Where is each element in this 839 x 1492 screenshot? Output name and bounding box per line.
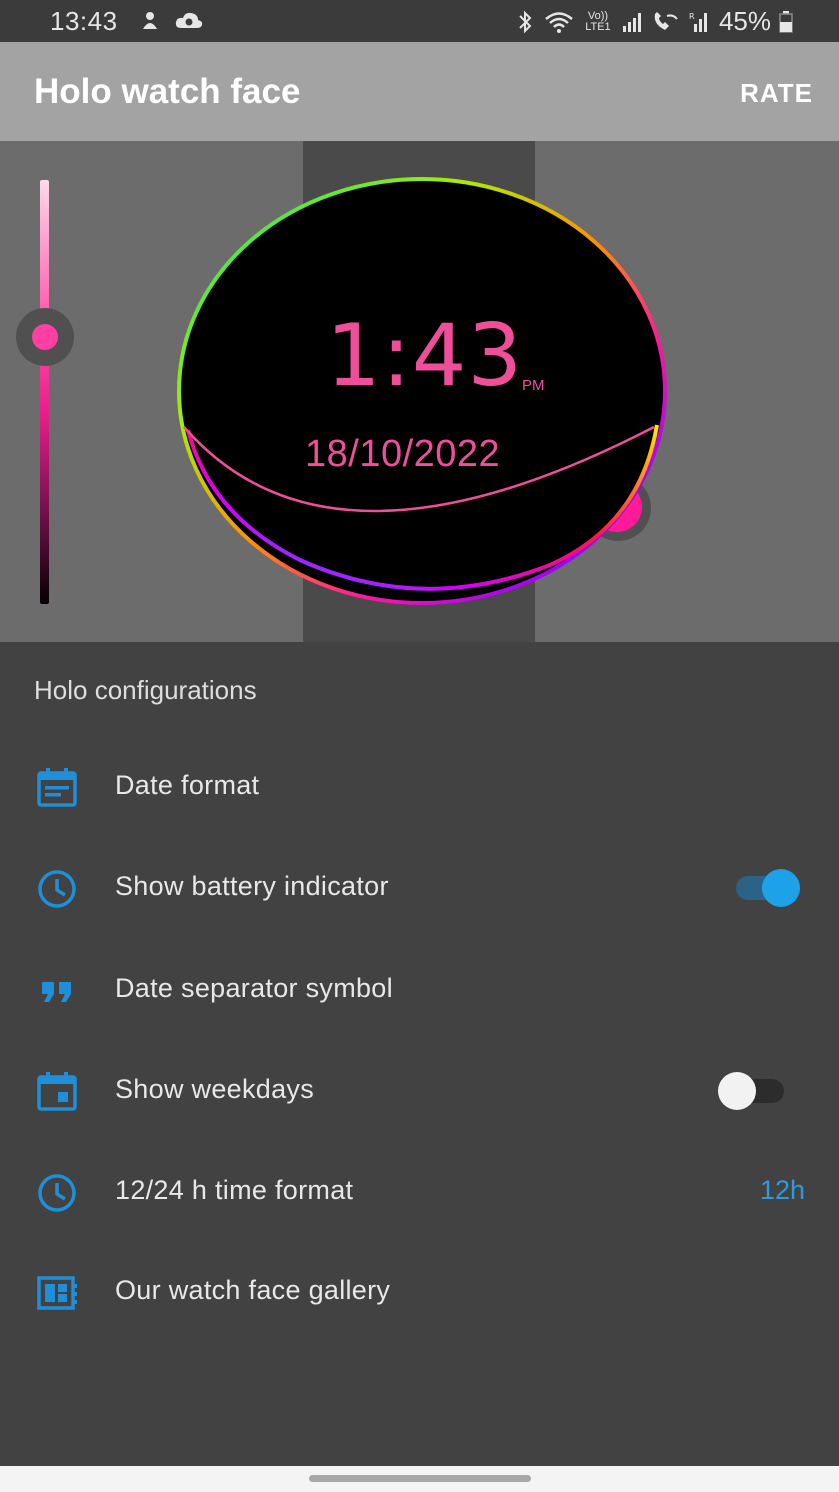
status-time: 13:43 [50, 6, 118, 36]
navigation-bar [0, 1466, 839, 1492]
setting-label: Date format [115, 770, 260, 800]
setting-date-format[interactable]: Date format [0, 743, 839, 829]
signal-icon [622, 12, 641, 32]
calendar-event-icon [37, 1072, 77, 1111]
color-slider-thumb[interactable] [32, 324, 58, 350]
show-weekdays-toggle[interactable] [718, 1072, 786, 1110]
volte-icon: Vo)) LTE1 [585, 9, 611, 33]
quote-icon [42, 982, 71, 1002]
gallery-icon [37, 1276, 77, 1310]
section-title: Holo configurations [34, 675, 257, 705]
battery-icon [779, 10, 793, 33]
setting-label: Date separator symbol [115, 973, 393, 1003]
status-bar: 13:43 Vo)) LTE1 R 45% [0, 0, 839, 42]
setting-time-format[interactable]: 12/24 h time format 12h [0, 1148, 839, 1234]
battery-percent: 45% [718, 6, 771, 36]
setting-label: 12/24 h time format [115, 1175, 354, 1205]
setting-show-weekdays[interactable]: Show weekdays [0, 1047, 839, 1133]
wifi-calling-icon [654, 11, 678, 30]
watch-time: 1:43 [326, 306, 524, 406]
rate-button[interactable]: RATE [740, 78, 813, 109]
app-bar: Holo watch face RATE [0, 42, 839, 141]
toggle-knob [718, 1072, 756, 1110]
watch-preview: 1:43 PM 18/10/2022 [0, 141, 839, 642]
setting-date-separator[interactable]: Date separator symbol [0, 946, 839, 1032]
clock-icon [38, 1174, 76, 1212]
setting-label: Show weekdays [115, 1074, 315, 1104]
battery-indicator-toggle[interactable] [734, 869, 800, 907]
setting-battery-indicator[interactable]: Show battery indicator [0, 844, 839, 930]
watch-date: 18/10/2022 [305, 433, 501, 475]
setting-label: Our watch face gallery [115, 1275, 391, 1305]
watch-ampm: PM [522, 377, 545, 394]
roaming-signal-icon: R [689, 12, 707, 32]
home-gesture-handle[interactable] [309, 1475, 531, 1482]
setting-watch-face-gallery[interactable]: Our watch face gallery [0, 1248, 839, 1334]
bluetooth-icon [519, 10, 532, 33]
android-debug-icon [143, 12, 157, 29]
calendar-icon [37, 768, 77, 807]
wifi-icon [545, 11, 573, 33]
cloud-sync-icon [175, 12, 203, 28]
setting-label: Show battery indicator [115, 871, 389, 901]
svg-text:R: R [689, 12, 695, 21]
clock-icon [38, 870, 76, 908]
time-format-value: 12h [759, 1175, 805, 1205]
app-title: Holo watch face [34, 72, 301, 111]
color-slider-track[interactable] [40, 180, 49, 604]
toggle-knob [762, 869, 800, 907]
